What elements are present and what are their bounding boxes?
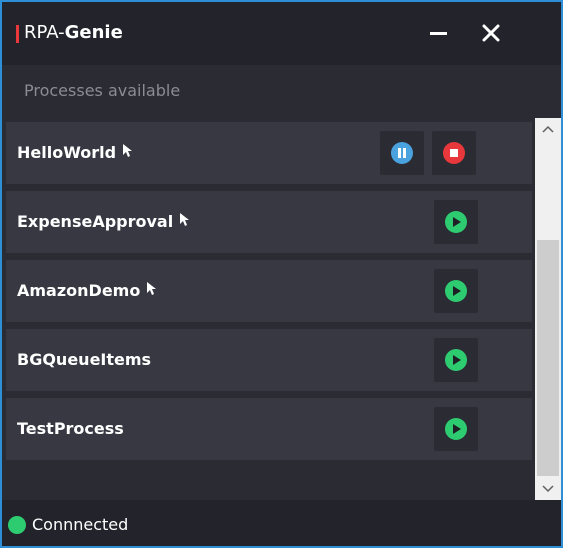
status-bar: Connnected xyxy=(2,500,561,546)
process-row-testprocess[interactable]: TestProcess xyxy=(6,398,532,460)
process-name: ExpenseApproval xyxy=(17,212,174,231)
process-list: HelloWorld ExpenseApproval AmazonDemo BG… xyxy=(2,118,535,500)
close-button[interactable] xyxy=(476,18,506,48)
play-button[interactable] xyxy=(434,407,478,451)
vertical-scrollbar[interactable] xyxy=(535,118,561,500)
close-icon xyxy=(482,24,500,42)
cursor-icon xyxy=(123,144,133,157)
process-name-row: HelloWorld xyxy=(17,143,133,162)
process-name-row: TestProcess xyxy=(17,419,124,438)
process-name-row: AmazonDemo xyxy=(17,281,157,300)
pause-icon xyxy=(391,142,413,164)
connection-status-icon xyxy=(8,516,26,534)
play-button[interactable] xyxy=(434,200,478,244)
process-row-expenseapproval[interactable]: ExpenseApproval xyxy=(6,191,532,253)
section-title: Processes available xyxy=(24,81,181,100)
process-row-amazondemo[interactable]: AmazonDemo xyxy=(6,260,532,322)
pause-button[interactable] xyxy=(380,131,424,175)
connection-status-text: Connnected xyxy=(32,515,129,534)
scroll-up-button[interactable] xyxy=(535,118,561,140)
section-header: Processes available xyxy=(2,65,561,118)
scroll-down-button[interactable] xyxy=(535,478,561,500)
stop-icon xyxy=(443,142,465,164)
play-icon xyxy=(445,349,467,371)
app-title-name: Genie xyxy=(64,22,123,43)
process-name: BGQueueItems xyxy=(17,350,152,369)
cursor-icon xyxy=(147,282,157,295)
app-title-prefix: RPA- xyxy=(24,22,65,43)
process-name: TestProcess xyxy=(17,419,124,438)
play-button[interactable] xyxy=(434,269,478,313)
play-button[interactable] xyxy=(434,338,478,382)
chevron-up-icon xyxy=(542,125,554,133)
scroll-track[interactable] xyxy=(535,140,561,478)
play-icon xyxy=(445,280,467,302)
brand-accent-bar xyxy=(16,25,19,43)
chevron-down-icon xyxy=(542,485,554,493)
app-title: RPA-Genie xyxy=(24,21,123,45)
process-row-bgqueueitems[interactable]: BGQueueItems xyxy=(6,329,532,391)
stop-button[interactable] xyxy=(432,131,476,175)
cursor-icon xyxy=(180,213,190,226)
process-name: AmazonDemo xyxy=(17,281,141,300)
minimize-icon xyxy=(430,32,447,35)
process-row-helloworld[interactable]: HelloWorld xyxy=(6,122,532,184)
app-window: RPA-Genie Processes available HelloWorld xyxy=(0,0,563,548)
scroll-thumb[interactable] xyxy=(537,240,559,476)
process-name: HelloWorld xyxy=(17,143,117,162)
play-icon xyxy=(445,418,467,440)
minimize-button[interactable] xyxy=(424,18,454,48)
play-icon xyxy=(445,211,467,233)
process-name-row: BGQueueItems xyxy=(17,350,151,369)
process-name-row: ExpenseApproval xyxy=(17,212,190,231)
title-bar: RPA-Genie xyxy=(2,2,561,65)
